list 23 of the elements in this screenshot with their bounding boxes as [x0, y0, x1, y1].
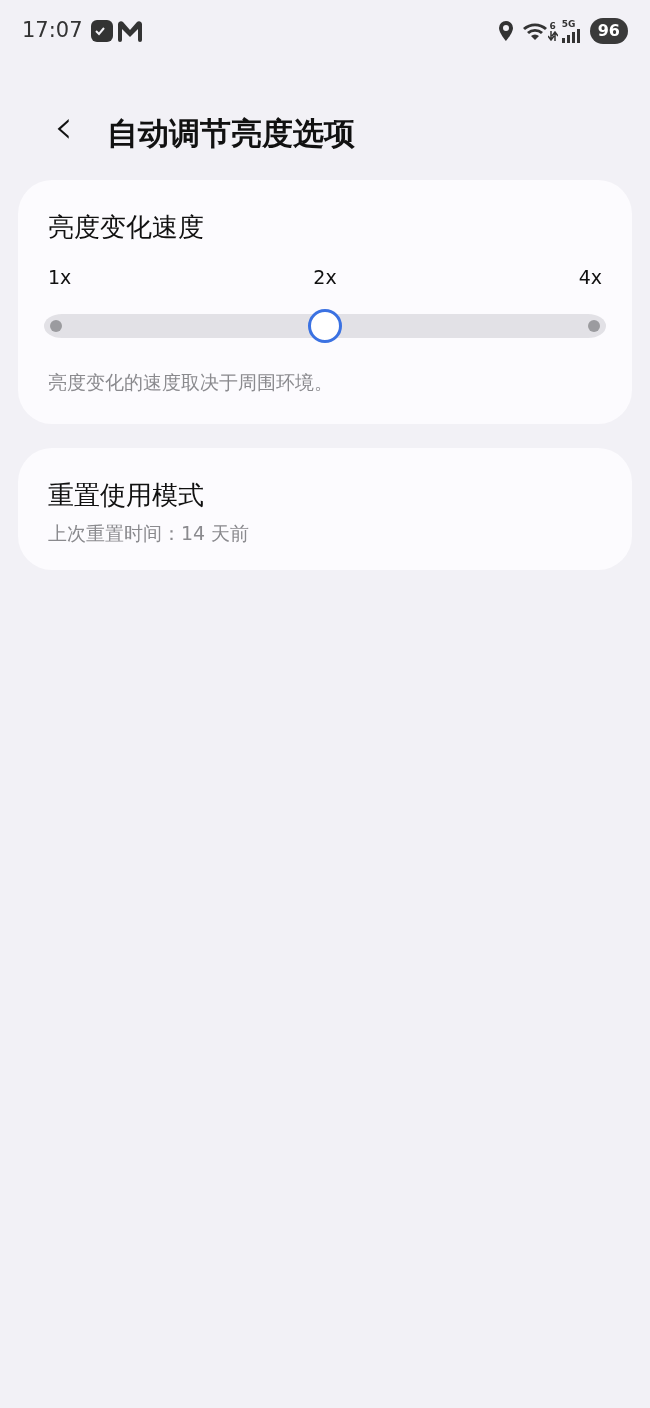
location-icon [497, 21, 514, 41]
signal-icon [561, 28, 582, 43]
item-title: 重置使用模式 [48, 479, 205, 512]
item-subtitle: 上次重置时间：14 天前 [48, 521, 251, 546]
reset-usage-item[interactable]: 重置使用模式 上次重置时间：14 天前 [18, 448, 632, 570]
step-dot [588, 319, 600, 332]
section-title: 亮度变化速度 [48, 211, 205, 244]
notification-icon [90, 20, 113, 42]
tick-label: 1x [48, 265, 72, 290]
mail-icon [116, 20, 143, 42]
tick-label: 2x [313, 265, 337, 290]
tick-label: 4x [578, 265, 602, 290]
data-arrows-icon [547, 30, 558, 41]
step-dot [50, 319, 62, 332]
battery-level: 96 [589, 18, 628, 44]
wifi-icon [521, 21, 548, 41]
wifi-standard-label: 6 [549, 21, 556, 31]
network-type: 5G [561, 19, 577, 29]
slider-thumb[interactable] [308, 308, 342, 343]
back-button[interactable]: ‹ [46, 102, 82, 150]
status-time: 17:07 [22, 17, 83, 45]
description-text: 亮度变化的速度取决于周围环境。 [48, 369, 334, 395]
page-title: 自动调节亮度选项 [107, 114, 356, 153]
